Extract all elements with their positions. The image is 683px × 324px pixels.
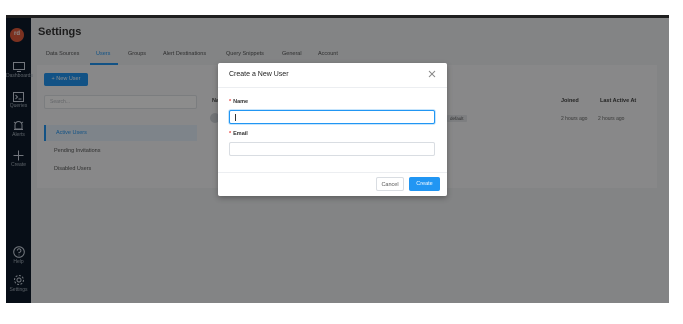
name-label-text: Name [233,99,249,105]
cancel-button[interactable]: Cancel [376,177,404,191]
name-label: * Name [229,99,248,105]
dialog-footer-divider [218,172,447,173]
required-marker: * [229,99,232,105]
required-marker: * [229,131,232,137]
text-caret [235,114,236,121]
email-label: * Email [229,131,248,137]
name-field[interactable] [229,110,435,124]
create-user-dialog: Create a New User * Name * Email Cancel Cr… [218,63,447,196]
email-field[interactable] [229,142,435,156]
close-icon[interactable] [427,69,437,79]
create-button[interactable]: Create [409,177,440,191]
email-label-text: Email [233,131,248,137]
dialog-header: Create a New User [218,63,447,88]
dialog-title: Create a New User [229,71,289,78]
